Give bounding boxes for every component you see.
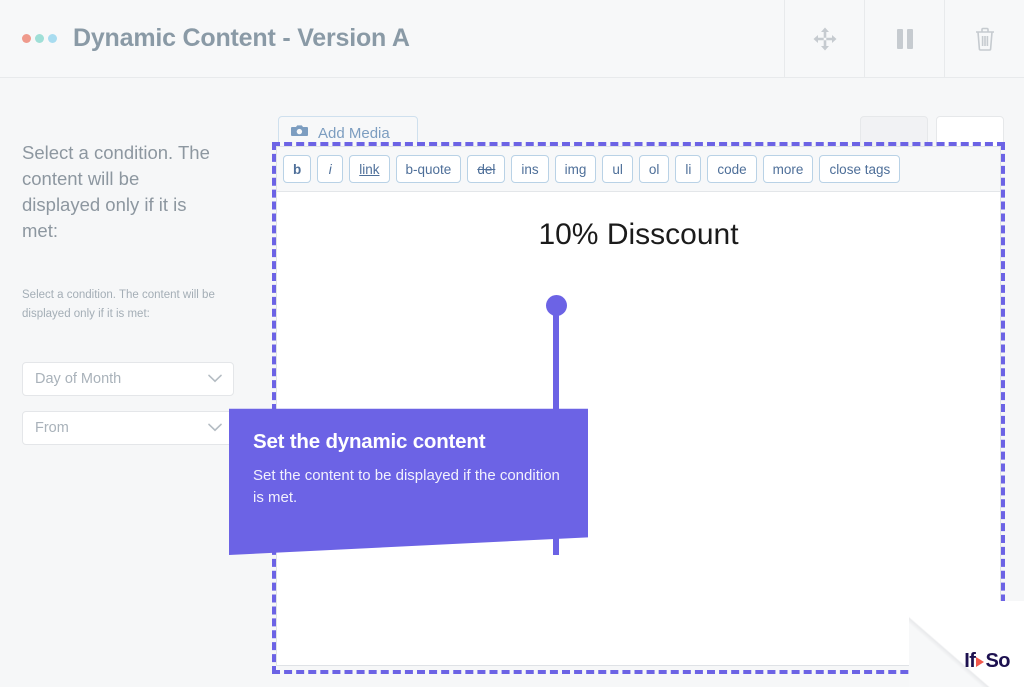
- condition-type-select[interactable]: Day of Month: [22, 362, 234, 396]
- salmon-dot: [22, 34, 31, 43]
- teal-dot: [35, 34, 44, 43]
- editor-mode-tabs: [860, 116, 1004, 148]
- page-curl-decoration: [909, 601, 1024, 687]
- add-media-label: Add Media: [318, 124, 390, 142]
- toolbar-button-img[interactable]: img: [554, 155, 597, 183]
- toolbar-button-del[interactable]: del: [467, 155, 506, 183]
- pause-button[interactable]: [864, 0, 944, 77]
- move-icon: [812, 26, 838, 52]
- onboarding-tooltip: Set the dynamic content Set the content …: [229, 408, 588, 555]
- toolbar-button-ins[interactable]: ins: [511, 155, 549, 183]
- trash-icon: [972, 25, 998, 53]
- tooltip-body: Set the content to be displayed if the c…: [253, 467, 560, 506]
- condition-operator-select[interactable]: From: [22, 411, 234, 445]
- status-dots: [22, 34, 57, 43]
- move-button[interactable]: [784, 0, 864, 77]
- tooltip-title: Set the dynamic content: [253, 430, 486, 453]
- toolbar-button-close-tags[interactable]: close tags: [819, 155, 901, 183]
- toolbar-button-code[interactable]: code: [707, 155, 757, 183]
- tab-text[interactable]: [936, 116, 1004, 148]
- app-window: Dynamic Content - Version A Select a con…: [0, 0, 1024, 687]
- pause-icon: [894, 27, 916, 51]
- toolbar-button-i[interactable]: i: [317, 155, 344, 183]
- content-editor-panel: Add Media b i link b-quote del ins img ul ol li co…: [272, 116, 1010, 674]
- tooltip-pointer-dot: [546, 295, 567, 316]
- header-left-group: Dynamic Content - Version A: [0, 0, 784, 77]
- tab-visual[interactable]: [860, 116, 928, 148]
- logo-text-left: If: [964, 650, 976, 672]
- add-media-button[interactable]: Add Media: [278, 116, 418, 150]
- logo-text-right: So: [985, 650, 1010, 672]
- blue-dot: [48, 34, 57, 43]
- editor-content-text: 10% Disscount: [538, 218, 739, 251]
- toolbar-button-link[interactable]: link: [349, 155, 390, 183]
- editor-body: b i link b-quote del ins img ul ol li code more clos…: [276, 146, 1001, 666]
- delete-button[interactable]: [944, 0, 1024, 77]
- toolbar-button-ul[interactable]: ul: [602, 155, 633, 183]
- condition-type-value: Day of Month: [35, 371, 122, 387]
- page-title: Dynamic Content - Version A: [73, 24, 410, 52]
- ifso-logo: If So: [964, 650, 1010, 673]
- camera-icon: [291, 123, 310, 143]
- condition-operator-value: From: [35, 420, 69, 436]
- sidebar-subheading: Select a condition. The content will be …: [22, 289, 215, 320]
- tooltip-content: Set the dynamic content Set the content …: [229, 408, 588, 509]
- chevron-down-icon: [208, 370, 222, 388]
- header-actions: [784, 0, 1024, 77]
- condition-sidebar: Select a condition. The content will be …: [0, 78, 262, 687]
- toolbar-button-b[interactable]: b: [283, 155, 312, 183]
- toolbar-button-more[interactable]: more: [762, 155, 814, 183]
- toolbar-button-li[interactable]: li: [675, 155, 702, 183]
- sidebar-heading: Select a condition. The content will be …: [22, 142, 210, 241]
- chevron-down-icon: [208, 419, 222, 437]
- toolbar-button-ol[interactable]: ol: [638, 155, 670, 183]
- toolbar-button-b-quote[interactable]: b-quote: [395, 155, 462, 183]
- condition-selects: Day of Month From: [22, 362, 240, 445]
- editor-toolbar: b i link b-quote del ins img ul ol li code more clos…: [277, 147, 1000, 192]
- play-triangle-icon: [976, 657, 985, 667]
- window-header: Dynamic Content - Version A: [0, 0, 1024, 78]
